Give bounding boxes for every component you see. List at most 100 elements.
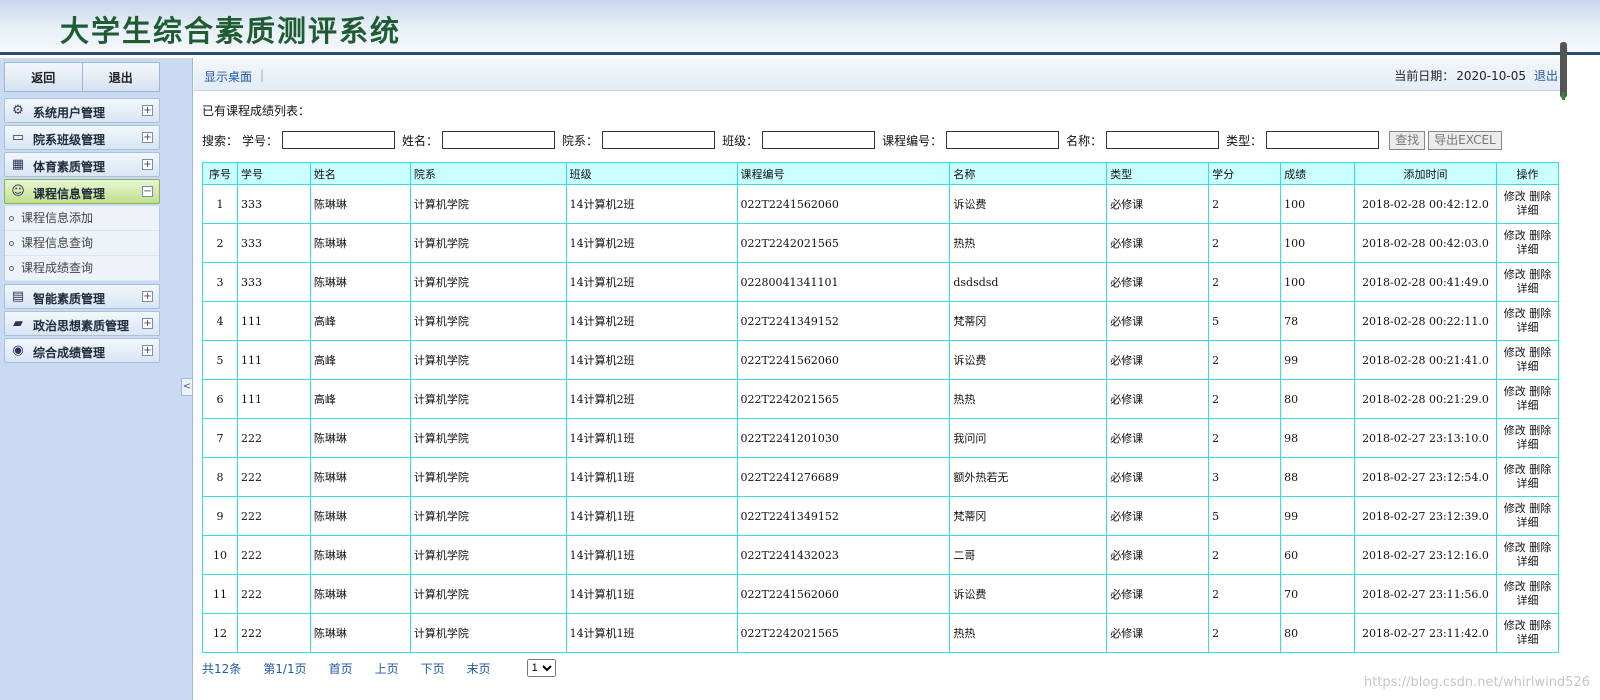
menu-overall-score[interactable]: ◉ 综合成绩管理 + xyxy=(4,338,160,363)
detail-link[interactable]: 详细 xyxy=(1516,282,1538,295)
expand-toggle-icon[interactable]: + xyxy=(142,291,153,302)
edit-link[interactable]: 修改 xyxy=(1504,346,1526,359)
detail-link[interactable]: 详细 xyxy=(1516,594,1538,607)
expand-toggle-icon[interactable]: + xyxy=(142,159,153,170)
delete-link[interactable]: 删除 xyxy=(1529,229,1551,242)
edit-link[interactable]: 修改 xyxy=(1504,502,1526,515)
edit-link[interactable]: 修改 xyxy=(1504,424,1526,437)
table-cell: 1 xyxy=(202,184,238,224)
table-cell: 5 xyxy=(1208,496,1282,536)
expand-toggle-icon[interactable]: + xyxy=(142,132,153,143)
menu-physical-quality[interactable]: ▦ 体育素质管理 + xyxy=(4,152,160,177)
menu-intellectual-quality[interactable]: ▤ 智能素质管理 + xyxy=(4,284,160,309)
edit-link[interactable]: 修改 xyxy=(1504,229,1526,242)
table-cell: 022T2241562060 xyxy=(736,574,951,614)
expand-toggle-icon[interactable]: + xyxy=(142,345,153,356)
delete-link[interactable]: 删除 xyxy=(1529,463,1551,476)
calendar-icon: ▦ xyxy=(11,157,25,172)
detail-link[interactable]: 详细 xyxy=(1516,204,1538,217)
edit-link[interactable]: 修改 xyxy=(1504,541,1526,554)
table-cell: 14计算机2班 xyxy=(565,184,738,224)
show-desktop-link[interactable]: 显示桌面 xyxy=(204,68,252,85)
course-name-input[interactable] xyxy=(1106,131,1220,149)
page-select[interactable]: 1 xyxy=(526,659,556,677)
edit-link[interactable]: 修改 xyxy=(1504,385,1526,398)
detail-link[interactable]: 详细 xyxy=(1516,399,1538,412)
course-name-label: 名称： xyxy=(1066,133,1103,148)
table-cell: 80 xyxy=(1280,613,1356,653)
last-page-link[interactable]: 末页 xyxy=(467,660,491,677)
table-cell: 陈琳琳 xyxy=(309,535,411,575)
search-label: 搜索： xyxy=(202,133,239,148)
expand-toggle-icon[interactable]: + xyxy=(142,105,153,116)
export-excel-button[interactable]: 导出EXCEL xyxy=(1428,130,1502,150)
delete-link[interactable]: 删除 xyxy=(1529,346,1551,359)
column-header: 班级 xyxy=(565,162,738,185)
edit-link[interactable]: 修改 xyxy=(1504,268,1526,281)
table-cell: 陈琳琳 xyxy=(309,457,411,497)
table-cell: 2018-02-27 23:13:10.0 xyxy=(1354,418,1497,458)
column-header: 成绩 xyxy=(1280,162,1356,185)
collapse-toggle-icon[interactable]: − xyxy=(142,186,153,197)
table-cell: 我问问 xyxy=(949,418,1108,458)
course-no-input[interactable] xyxy=(946,131,1060,149)
prev-page-link[interactable]: 上页 xyxy=(375,660,399,677)
divider: | xyxy=(260,68,265,82)
delete-link[interactable]: 删除 xyxy=(1529,190,1551,203)
current-date: 当前日期： 2020-10-05 xyxy=(1392,67,1526,84)
menu-political-quality[interactable]: ▰ 政治思想素质管理 + xyxy=(4,311,160,336)
table-cell: 100 xyxy=(1280,184,1356,224)
detail-link[interactable]: 详细 xyxy=(1516,516,1538,529)
sidebar-collapse-button[interactable]: < xyxy=(181,378,193,396)
menu-department-class[interactable]: ▭ 院系班级管理 + xyxy=(4,125,160,150)
edit-link[interactable]: 修改 xyxy=(1504,463,1526,476)
detail-link[interactable]: 详细 xyxy=(1516,633,1538,646)
delete-link[interactable]: 删除 xyxy=(1529,307,1551,320)
table-cell: 必修课 xyxy=(1106,535,1210,575)
edit-link[interactable]: 修改 xyxy=(1504,307,1526,320)
table-cell: 14计算机1班 xyxy=(565,496,738,536)
table-cell: 222 xyxy=(236,574,311,614)
detail-link[interactable]: 详细 xyxy=(1516,243,1538,256)
scrollbar-thumb[interactable] xyxy=(1560,42,1567,98)
delete-link[interactable]: 删除 xyxy=(1529,619,1551,632)
table-cell: 热热 xyxy=(949,379,1108,419)
table-cell: 陈琳琳 xyxy=(309,574,411,614)
name-input[interactable] xyxy=(442,131,556,149)
delete-link[interactable]: 删除 xyxy=(1529,580,1551,593)
table-cell: 9 xyxy=(202,496,238,536)
next-page-link[interactable]: 下页 xyxy=(421,660,445,677)
expand-toggle-icon[interactable]: + xyxy=(142,318,153,329)
detail-link[interactable]: 详细 xyxy=(1516,438,1538,451)
table-cell: 高峰 xyxy=(309,301,411,341)
back-button[interactable]: 返回 xyxy=(4,62,83,92)
department-input[interactable] xyxy=(602,131,716,149)
delete-link[interactable]: 删除 xyxy=(1529,268,1551,281)
edit-link[interactable]: 修改 xyxy=(1504,580,1526,593)
delete-link[interactable]: 删除 xyxy=(1529,541,1551,554)
edit-link[interactable]: 修改 xyxy=(1504,619,1526,632)
row-actions: 修改 删除 详细 xyxy=(1495,496,1560,536)
find-button[interactable]: 查找 xyxy=(1389,130,1426,150)
first-page-link[interactable]: 首页 xyxy=(329,660,353,677)
detail-link[interactable]: 详细 xyxy=(1516,555,1538,568)
edit-link[interactable]: 修改 xyxy=(1504,190,1526,203)
menu-system-users[interactable]: ⚙ 系统用户管理 + xyxy=(4,98,160,123)
submenu-course-query[interactable]: 课程信息查询 xyxy=(5,231,159,256)
delete-link[interactable]: 删除 xyxy=(1529,385,1551,398)
student-no-input[interactable] xyxy=(282,131,396,149)
type-input[interactable] xyxy=(1266,131,1380,149)
table-cell: 2018-02-28 00:42:12.0 xyxy=(1354,184,1497,224)
class-input[interactable] xyxy=(762,131,876,149)
detail-link[interactable]: 详细 xyxy=(1516,477,1538,490)
table-cell: 022T2241432023 xyxy=(736,535,951,575)
detail-link[interactable]: 详细 xyxy=(1516,360,1538,373)
delete-link[interactable]: 删除 xyxy=(1529,424,1551,437)
submenu-course-add[interactable]: 课程信息添加 xyxy=(5,206,159,231)
detail-link[interactable]: 详细 xyxy=(1516,321,1538,334)
menu-course-info[interactable]: ☺ 课程信息管理 − xyxy=(4,179,160,204)
delete-link[interactable]: 删除 xyxy=(1529,502,1551,515)
logout-link[interactable]: 退出 xyxy=(1534,67,1558,84)
exit-button[interactable]: 退出 xyxy=(82,62,160,92)
submenu-score-query[interactable]: 课程成绩查询 xyxy=(5,256,159,281)
